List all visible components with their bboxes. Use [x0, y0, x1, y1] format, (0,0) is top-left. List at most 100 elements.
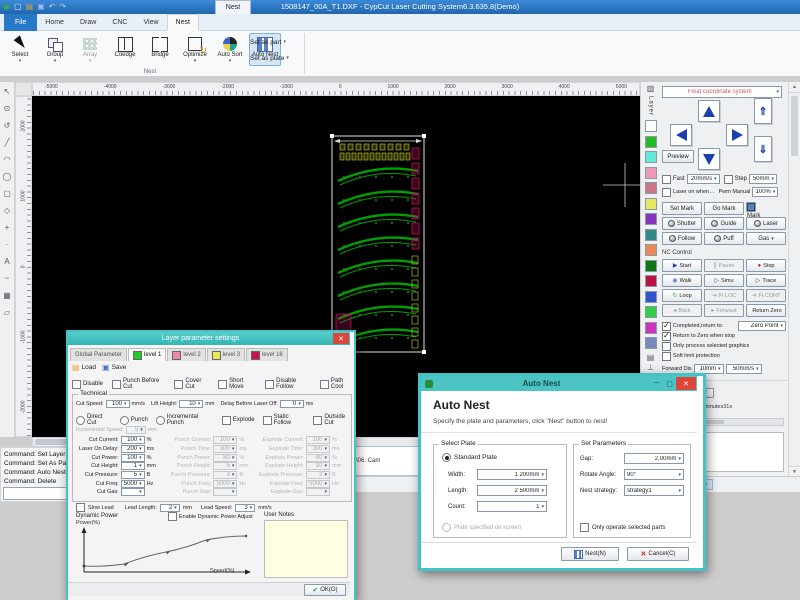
draw-tool-icon[interactable]: ↺ [4, 121, 11, 131]
layer-tab[interactable]: level 16 [246, 348, 288, 361]
floating-nest-tab[interactable]: Nest [215, 0, 251, 14]
length-select[interactable]: 2 500mm▾ [477, 485, 547, 496]
mark-button[interactable]: Guide ▾ [704, 217, 744, 230]
nc-option[interactable]: Soft limit protection [662, 352, 749, 361]
nc-option[interactable]: Only process selected graphics [662, 342, 749, 351]
ribbon-button[interactable]: Auto Sort ▾ [214, 33, 246, 66]
rotate-angle-select[interactable]: 90°▾ [624, 469, 684, 480]
param-select[interactable]: 100▾ [213, 436, 237, 444]
layer-tab[interactable]: level 1 [128, 348, 166, 361]
cancel-button[interactable]: ✕ Cancel(C) [627, 547, 689, 561]
nc-button[interactable]: ▸ Forward [704, 304, 744, 317]
set-as-part-button[interactable]: Set as part▾ [246, 37, 290, 48]
param-select[interactable]: ▾ [306, 488, 330, 496]
step-checkbox[interactable] [724, 175, 733, 184]
nc-button[interactable]: ▷ Trace [746, 274, 786, 287]
nc-option[interactable]: Return to Zero when stop [662, 332, 749, 341]
ribbon-tab[interactable]: Draw [72, 14, 104, 31]
ribbon-button[interactable]: Select ▾ [4, 33, 36, 66]
param-select[interactable]: 3▾ [213, 471, 237, 479]
nc-button[interactable]: ∥ Pause [704, 259, 744, 272]
nc-button[interactable]: ⇥ Ft LOC [704, 289, 744, 302]
plate-specified-radio[interactable]: Plate specified on screen [442, 523, 521, 532]
jog-up-button[interactable] [698, 100, 720, 122]
jog-right-button[interactable] [726, 124, 748, 146]
cut-mode-option[interactable]: Direct Cut [76, 414, 112, 426]
jog-left-button[interactable] [670, 124, 692, 146]
close-icon[interactable]: ✕ [333, 333, 349, 344]
ribbon-button[interactable]: Coedge ▾ [109, 33, 141, 66]
param-select[interactable]: 5▾ [121, 471, 145, 479]
cut-mode-option[interactable]: Static Follow [263, 414, 306, 426]
layer-swatch[interactable] [645, 182, 657, 194]
option-checkbox[interactable]: Short Move [218, 378, 256, 390]
draw-tool-icon[interactable]: ⊙ [4, 104, 11, 114]
horizontal-ruler[interactable]: -5000-4000-3000-2000-1000010002000300040… [32, 82, 640, 96]
param-select[interactable]: 100▾ [121, 454, 145, 462]
mark-button[interactable]: Shutter ▾ [662, 217, 702, 230]
draw-tool-icon[interactable]: A [4, 257, 9, 267]
layer-tab[interactable]: level 2 [167, 348, 205, 361]
layer-swatch[interactable] [645, 291, 657, 303]
mark-button[interactable]: Laser ▾ [746, 217, 786, 230]
minimize-icon[interactable]: ─ [650, 377, 663, 390]
cut-mode-option[interactable]: Explode [222, 416, 255, 425]
lead-length-select[interactable]: 2▾ [160, 504, 180, 512]
titlebar[interactable]: ◉▢▤▣↶↷ 1508147_00A_T1.DXF - CypCut Laser… [0, 0, 800, 14]
option-checkbox[interactable]: Cover Cut [174, 378, 209, 390]
param-select[interactable]: 100▾ [306, 436, 330, 444]
anchor-icon[interactable]: ⊥ [647, 363, 654, 373]
only-selected-checkbox[interactable]: Only operate selected parts [580, 523, 665, 532]
nest-button[interactable]: Nest(N) [561, 547, 619, 561]
gap-select[interactable]: 2,00mm▾ [624, 453, 684, 464]
cut-mode-option[interactable]: Outside Cut [313, 414, 354, 426]
nc-button[interactable]: ◉ Walk [662, 274, 702, 287]
param-select[interactable]: 300▾ [306, 445, 330, 453]
nc-button[interactable]: ◂ Back [662, 304, 702, 317]
jog-down-button[interactable] [698, 148, 720, 170]
draw-tool-icon[interactable]: ◠ [4, 155, 11, 165]
user-notes-input[interactable] [264, 520, 348, 578]
param-select[interactable]: 10▾ [306, 462, 330, 470]
param-select[interactable]: 5▾ [213, 462, 237, 470]
param-select[interactable]: 200▾ [121, 445, 145, 453]
maximize-icon[interactable]: ▢ [663, 377, 676, 390]
forward-speed-select[interactable]: 50mm/s▾ [726, 364, 762, 374]
fast-checkbox[interactable] [662, 175, 671, 184]
layer-dialog-titlebar[interactable]: Layer parameter settings ✕ [68, 332, 350, 345]
draw-tool-icon[interactable]: ◯ [3, 172, 12, 182]
layer-swatch[interactable] [645, 260, 657, 272]
nc-button[interactable]: ● Stop [746, 259, 786, 272]
enable-dynamic-power[interactable]: Enable Dynamic Power Adjust [168, 512, 253, 521]
cut-mode-option[interactable]: Incremental Punch [156, 414, 214, 426]
option-checkbox[interactable]: Disable [72, 380, 103, 389]
option-checkbox[interactable]: Path Cool [320, 378, 354, 390]
draw-tool-icon[interactable]: ▦ [3, 291, 11, 301]
nc-button[interactable]: ⇥ Ft CONT [746, 289, 786, 302]
layer-swatch[interactable] [645, 136, 657, 148]
panel-scrollbar[interactable]: ▲ ▼ [788, 82, 800, 476]
param-select[interactable]: 300▾ [213, 445, 237, 453]
ribbon-button[interactable]: Bridge ▾ [144, 33, 176, 66]
ribbon-button[interactable]: Array ▾ [74, 33, 106, 66]
draw-tool-icon[interactable]: ↖ [4, 87, 11, 97]
slow-lead-checkbox[interactable] [76, 503, 85, 512]
preview-button[interactable]: Preview [662, 150, 694, 163]
param-select[interactable]: 10▾ [179, 400, 203, 408]
param-select[interactable]: 1▾ [121, 462, 145, 470]
nest-strategy-select[interactable]: strategy1▾ [624, 485, 684, 496]
param-select[interactable]: 5000▾ [213, 480, 237, 488]
layer-swatch[interactable] [645, 213, 657, 225]
ribbon-tab[interactable]: CNC [104, 14, 135, 31]
param-select[interactable]: 5000▾ [121, 480, 145, 488]
ribbon-tab[interactable]: Home [37, 14, 72, 31]
draw-tool-icon[interactable]: ~ [5, 274, 10, 284]
lead-speed-select[interactable]: 3▾ [235, 504, 255, 512]
param-select[interactable]: 5000▾ [306, 480, 330, 488]
param-select[interactable]: 5▾ [126, 426, 146, 434]
layer-swatch[interactable] [645, 198, 657, 210]
eraser-icon[interactable]: ▨ [647, 84, 655, 94]
ribbon-button[interactable]: Optimize ▾ [179, 33, 211, 66]
param-select[interactable]: 100▾ [106, 400, 130, 408]
param-select[interactable]: 0▾ [280, 400, 304, 408]
